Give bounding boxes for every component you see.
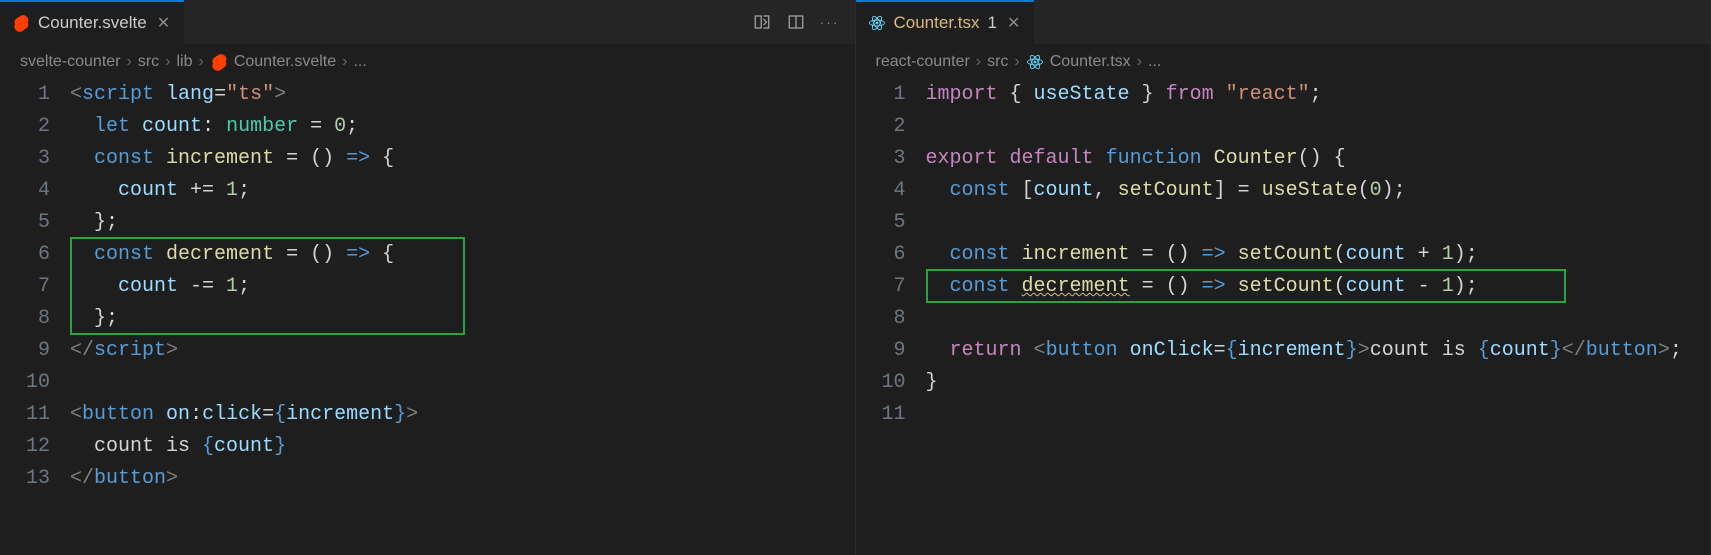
line-number: 1 [0, 79, 50, 111]
code-line[interactable] [926, 207, 1711, 239]
line-number: 8 [856, 303, 906, 335]
chevron-right-icon: › [976, 53, 981, 71]
tab-label: Counter.svelte [38, 13, 147, 33]
code-line[interactable]: const decrement = () => { [70, 239, 855, 271]
code-line[interactable]: </button> [70, 463, 855, 495]
more-actions-icon[interactable]: ··· [821, 13, 839, 31]
breadcrumb-item[interactable]: lib [176, 53, 192, 71]
breadcrumb-item[interactable]: svelte-counter [20, 53, 121, 71]
line-number: 8 [0, 303, 50, 335]
breadcrumb-item[interactable]: src [987, 53, 1008, 71]
code-editor[interactable]: 1234567891011 import { useState } from "… [856, 79, 1711, 555]
line-number: 3 [856, 143, 906, 175]
breadcrumb-item[interactable]: Counter.tsx [1050, 53, 1131, 71]
line-number: 6 [0, 239, 50, 271]
tabbar: Counter.svelte ✕ ··· [0, 0, 855, 45]
line-number: 11 [856, 399, 906, 431]
code-line[interactable] [926, 399, 1711, 431]
line-number: 11 [0, 399, 50, 431]
breadcrumb: react-counter › src › Counter.tsx › ... [856, 45, 1711, 79]
svelte-file-icon [12, 14, 30, 32]
react-file-icon [868, 14, 886, 32]
line-gutter: 1234567891011 [856, 79, 926, 555]
line-number: 5 [0, 207, 50, 239]
split-editor-icon[interactable] [787, 13, 805, 31]
modified-indicator: 1 [988, 13, 997, 33]
line-gutter: 12345678910111213 [0, 79, 70, 555]
line-number: 4 [0, 175, 50, 207]
code-line[interactable]: }; [70, 207, 855, 239]
code-line[interactable]: count is {count} [70, 431, 855, 463]
code-content[interactable]: import { useState } from "react"; export … [926, 79, 1711, 555]
code-line[interactable]: count -= 1; [70, 271, 855, 303]
code-line[interactable]: const increment = () => setCount(count +… [926, 239, 1711, 271]
line-number: 12 [0, 431, 50, 463]
line-number: 10 [856, 367, 906, 399]
code-line[interactable] [926, 111, 1711, 143]
breadcrumb-item[interactable]: ... [353, 53, 366, 71]
tab-counter-tsx[interactable]: Counter.tsx 1 ✕ [856, 0, 1035, 44]
code-line[interactable]: </script> [70, 335, 855, 367]
breadcrumb: svelte-counter › src › lib › Counter.sve… [0, 45, 855, 79]
breadcrumb-item[interactable]: ... [1148, 53, 1161, 71]
chevron-right-icon: › [199, 53, 204, 71]
line-number: 5 [856, 207, 906, 239]
code-line[interactable]: count += 1; [70, 175, 855, 207]
code-line[interactable]: <script lang="ts"> [70, 79, 855, 111]
close-tab-icon[interactable]: ✕ [155, 11, 172, 35]
code-line[interactable] [70, 367, 855, 399]
line-number: 9 [0, 335, 50, 367]
editor-pane-right: Counter.tsx 1 ✕ react-counter › src › Co… [856, 0, 1711, 555]
line-number: 2 [856, 111, 906, 143]
svelte-file-icon [210, 53, 228, 71]
line-number: 4 [856, 175, 906, 207]
line-number: 2 [0, 111, 50, 143]
line-number: 1 [856, 79, 906, 111]
code-line[interactable]: return <button onClick={increment}>count… [926, 335, 1711, 367]
line-number: 13 [0, 463, 50, 495]
tabbar-actions: ··· [753, 13, 855, 31]
code-line[interactable]: const increment = () => { [70, 143, 855, 175]
code-line[interactable]: export default function Counter() { [926, 143, 1711, 175]
code-line[interactable] [926, 303, 1711, 335]
code-line[interactable]: <button on:click={increment}> [70, 399, 855, 431]
tab-counter-svelte[interactable]: Counter.svelte ✕ [0, 0, 184, 44]
breadcrumb-item[interactable]: react-counter [876, 53, 970, 71]
breadcrumb-item[interactable]: src [138, 53, 159, 71]
editor-pane-left: Counter.svelte ✕ ··· svelte-counter › sr… [0, 0, 856, 555]
code-line[interactable]: const [count, setCount] = useState(0); [926, 175, 1711, 207]
chevron-right-icon: › [1137, 53, 1142, 71]
chevron-right-icon: › [165, 53, 170, 71]
chevron-right-icon: › [127, 53, 132, 71]
line-number: 6 [856, 239, 906, 271]
line-number: 3 [0, 143, 50, 175]
react-file-icon [1026, 53, 1044, 71]
code-line[interactable]: const decrement = () => setCount(count -… [926, 271, 1711, 303]
close-tab-icon[interactable]: ✕ [1005, 11, 1022, 35]
breadcrumb-item[interactable]: Counter.svelte [234, 53, 336, 71]
chevron-right-icon: › [1014, 53, 1019, 71]
tabbar: Counter.tsx 1 ✕ [856, 0, 1711, 45]
code-line[interactable]: let count: number = 0; [70, 111, 855, 143]
tab-label: Counter.tsx [894, 13, 980, 33]
code-editor[interactable]: 12345678910111213 <script lang="ts"> let… [0, 79, 855, 555]
chevron-right-icon: › [342, 53, 347, 71]
code-line[interactable]: import { useState } from "react"; [926, 79, 1711, 111]
line-number: 7 [856, 271, 906, 303]
line-number: 7 [0, 271, 50, 303]
code-content[interactable]: <script lang="ts"> let count: number = 0… [70, 79, 855, 555]
compare-changes-icon[interactable] [753, 13, 771, 31]
code-line[interactable]: } [926, 367, 1711, 399]
line-number: 10 [0, 367, 50, 399]
code-line[interactable]: }; [70, 303, 855, 335]
line-number: 9 [856, 335, 906, 367]
